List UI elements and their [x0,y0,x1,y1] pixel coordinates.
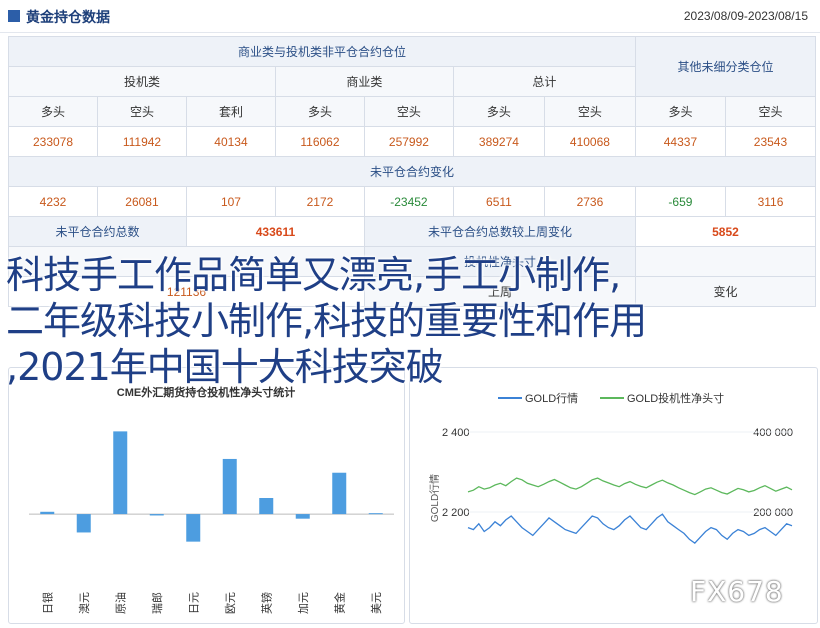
week-change-label: 未平仓合约总数较上周变化 [363,216,636,247]
position-value: 410068 [543,126,636,157]
page-title: 黄金持仓数据 [26,9,110,25]
other-header: 其他未细分类仓位 [634,36,817,97]
y-left-axis-label: GOLD行情 [428,474,441,522]
x-tick-label: 欧元 [224,592,237,614]
bar-英镑[interactable] [259,498,274,515]
change-value: 2172 [274,186,365,217]
x-tick-label: 日银 [40,592,54,614]
group-commercial: 商业类 [274,66,454,97]
bar-原油[interactable] [113,431,128,515]
bar-欧元[interactable] [222,458,237,515]
week-change-value: 5852 [634,216,817,247]
subhead: 空头 [724,96,817,127]
cme-chart-panel: CME外汇期货持仓投机性净头寸统计 日银 澳元 原油 瑞郎 日元 欧元 英镑 加元 黄金 美元 [8,367,405,624]
header-bar: 黄金持仓数据 2023/08/09-2023/08/15 [0,0,820,33]
x-tick-label: 澳元 [78,592,91,614]
cme-net-position-chart: CME外汇期货持仓投机性净头寸统计 日银 澳元 原油 瑞郎 日元 欧元 英镑 加元 黄金 美元 [29,385,394,614]
subhead: 空头 [543,96,636,127]
headline-line: ,2021年中国十大科技突破 [6,345,444,389]
change-value: 6511 [452,186,545,217]
x-tick-label: 加元 [297,592,310,614]
y-right-tick: 200 000 [753,507,793,519]
x-tick-label: 日元 [188,592,200,614]
change-value: 2736 [543,186,636,217]
x-tick-label: 英镑 [259,592,273,614]
position-value: 389274 [452,126,545,157]
change-value: 107 [185,186,276,217]
position-value: 257992 [363,126,454,157]
x-tick-label: 美元 [370,592,383,614]
x-tick-label: 原油 [113,592,127,614]
subhead: 多头 [274,96,365,127]
total-value: 433611 [185,216,365,247]
y-left-tick: 2 200 [442,507,470,519]
bar-瑞郎[interactable] [149,514,164,516]
title-bar-icon [8,10,20,22]
change-header: 未平仓合约变化 [8,156,816,187]
headline-line: 二年级科技小制作,科技的重要性和作用 [6,299,647,343]
subhead: 多头 [8,96,98,127]
change-value: 26081 [96,186,187,217]
subhead: 多头 [452,96,545,127]
change-value: -659 [634,186,726,217]
article-headline-overlay: 科技手工作品简单又漂亮,手工小制作, 二年级科技小制作,科技的重要性和作用 ,2… [6,252,816,390]
position-value: 40134 [185,126,276,157]
watermark-logo: FX678 [690,575,784,608]
subhead: 空头 [363,96,454,127]
x-tick-label: 黄金 [332,592,346,614]
bar-加元[interactable] [295,514,310,519]
change-value: -23452 [363,186,454,217]
bar-美元[interactable] [368,513,383,515]
position-value: 116062 [274,126,365,157]
legend-position-label[interactable]: GOLD投机性净头寸 [627,391,724,405]
y-right-tick: 400 000 [753,427,793,439]
bar-日元[interactable] [186,514,201,542]
headline-line: 科技手工作品简单又漂亮,手工小制作, [6,253,621,297]
position-value: 111942 [96,126,187,157]
date-range: 2023/08/09-2023/08/15 [683,9,808,23]
legend-gold-label[interactable]: GOLD行情 [525,392,578,405]
subhead: 套利 [185,96,276,127]
position-value: 233078 [8,126,98,157]
change-value: 3116 [724,186,817,217]
subhead: 多头 [634,96,726,127]
commercial-header: 商业类与投机类非平仓合约仓位 [8,36,636,67]
position-value: 44337 [634,126,726,157]
position-value: 23543 [724,126,817,157]
change-value: 4232 [8,186,98,217]
x-tick-label: 瑞郎 [150,592,164,614]
series-line-GOLD行情 [467,513,793,544]
bar-澳元[interactable] [76,514,91,533]
bar-日银[interactable] [40,511,55,515]
group-speculative: 投机类 [8,66,276,97]
series-line-GOLD投机性净头寸 [467,477,793,496]
group-total: 总计 [452,66,636,97]
subhead: 空头 [96,96,187,127]
total-label: 未平仓合约总数 [8,216,187,247]
bar-黄金[interactable] [332,472,347,515]
y-left-tick: 2 400 [442,427,470,439]
